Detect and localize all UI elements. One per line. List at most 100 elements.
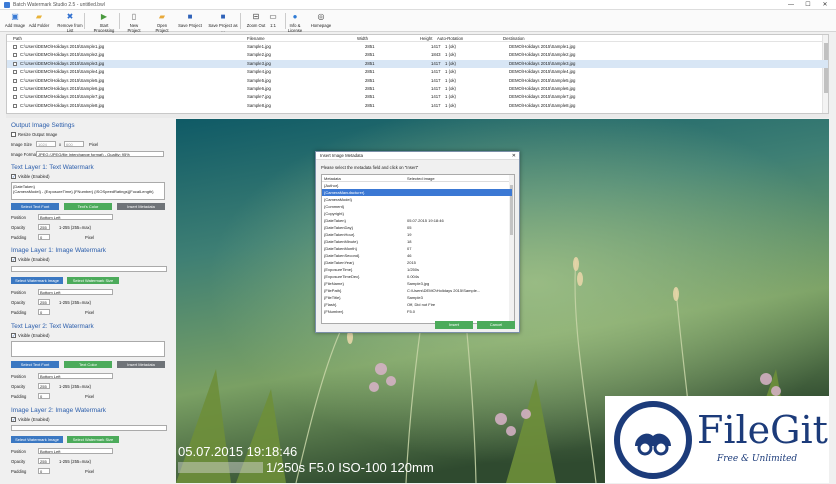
text1-position-select[interactable]: Bottom Left [38, 214, 113, 220]
col-width[interactable]: Width [357, 36, 368, 41]
save-project-as-button[interactable]: ■ Save Project as ... [207, 12, 239, 33]
cancel-button[interactable]: Cancel [477, 321, 515, 329]
img2-select-image-button[interactable]: Select Watermark Image [11, 436, 63, 443]
row-checkbox[interactable] [13, 53, 17, 58]
img2-padding-input[interactable]: 0 [38, 468, 50, 474]
text1-visible-checkbox[interactable]: ✓ [11, 174, 16, 179]
metadata-row[interactable]: {Copyright} [322, 210, 512, 217]
img2-position-select[interactable]: Bottom Left [38, 448, 113, 454]
img2-path-input[interactable] [11, 425, 167, 431]
metadata-row[interactable]: {Comment} [322, 203, 512, 210]
col-filename[interactable]: Filename [247, 36, 265, 41]
table-row[interactable]: C:\Users\DEMO\Holidays 2015\Sample2.jpg S… [7, 51, 828, 59]
metadata-row[interactable]: {Flash} Off, Did not Fire [322, 301, 512, 308]
img1-path-input[interactable] [11, 266, 167, 272]
toolbar-button-label: Save Project [178, 23, 202, 28]
metadata-row[interactable]: {CameraManufacturer} [322, 189, 512, 196]
text2-textarea[interactable] [11, 341, 165, 357]
metadata-row[interactable]: {Author} [322, 182, 512, 189]
img1-opacity-input[interactable]: 255 [38, 299, 50, 305]
text2-color-button[interactable]: Text Color [64, 361, 112, 368]
img2-visible-checkbox[interactable]: ✓ [11, 417, 16, 422]
text1-textarea[interactable]: {DateTaken} {CameraModel} - {ExposureTim… [11, 182, 165, 200]
text1-select-font-button[interactable]: Select Text Font [11, 203, 59, 210]
metadata-row[interactable]: {DateTakenDay} 05 [322, 224, 512, 231]
1-1-button[interactable]: ▭ 1:1 [268, 12, 278, 31]
metadata-row[interactable]: {DateTaken} 05.07.2015 19:18:46 [322, 217, 512, 224]
cell-path: C:\Users\DEMO\Holidays 2015\Sample3.jpg [20, 60, 105, 66]
homepage-button[interactable]: ◎ Homepage [310, 12, 332, 31]
row-checkbox[interactable] [13, 70, 17, 75]
text-layer-2-heading: Text Layer 2: Text Watermark [11, 323, 94, 330]
table-row[interactable]: C:\Users\DEMO\Holidays 2015\Sample6.jpg S… [7, 85, 828, 93]
text2-padding-input[interactable]: 0 [38, 393, 50, 399]
img2-opacity-input[interactable]: 255 [38, 458, 50, 464]
dialog-close-icon[interactable]: ✕ [512, 152, 516, 160]
row-checkbox[interactable] [13, 87, 17, 91]
maximize-button[interactable]: ☐ [802, 1, 814, 9]
remove-from-list-button[interactable]: ✖ Remove from List [54, 12, 86, 33]
col-path[interactable]: Path [13, 36, 22, 41]
text1-color-button[interactable]: Text's Color [64, 203, 112, 210]
row-checkbox[interactable] [13, 45, 17, 49]
metadata-row[interactable]: {CameraModel} [322, 196, 512, 203]
metadata-row[interactable]: {FileTitle} Sample3 [322, 294, 512, 301]
metadata-row[interactable]: {DateTakenSecond} 46 [322, 252, 512, 259]
resize-checkbox[interactable] [11, 132, 16, 137]
height-input[interactable]: 600 [64, 141, 84, 147]
img1-padding-input[interactable]: 0 [38, 309, 50, 315]
metadata-row[interactable]: {DateTakenYear} 2015 [322, 259, 512, 266]
row-checkbox[interactable] [13, 95, 17, 100]
table-row[interactable]: C:\Users\DEMO\Holidays 2015\Sample3.jpg S… [7, 59, 828, 68]
insert-button[interactable]: Insert [435, 321, 473, 329]
metadata-row[interactable]: {ExposureTimeDec} 0.004s [322, 273, 512, 280]
text2-opacity-input[interactable]: 255 [38, 383, 50, 389]
metadata-table[interactable]: Metadata Selected image {Author} {CameraM… [321, 174, 515, 324]
col-destination[interactable]: Destination [503, 36, 525, 41]
metadata-row[interactable]: {ExposureTime} 1/250s [322, 266, 512, 273]
minimize-button[interactable]: — [785, 1, 797, 9]
col-auto-rotation[interactable]: Auto-Rotation [437, 36, 463, 41]
text2-select-font-button[interactable]: Select Text Font [11, 361, 59, 368]
text1-opacity-input[interactable]: 255 [38, 224, 50, 230]
row-checkbox[interactable] [13, 61, 17, 66]
image-list[interactable]: Path Filename Width Height Auto-Rotation… [6, 34, 829, 114]
table-row[interactable]: C:\Users\DEMO\Holidays 2015\Sample7.jpg S… [7, 93, 828, 101]
metadata-row[interactable]: {DateTakenHour} 19 [322, 231, 512, 238]
horizontal-scrollbar[interactable] [6, 114, 829, 118]
start-processing-button[interactable]: ▶ Start Processing [89, 12, 119, 33]
metadata-field: {ExposureTimeDec} [324, 273, 360, 279]
img1-select-size-button[interactable]: Select Watermark Size [67, 277, 119, 284]
table-row[interactable]: C:\Users\DEMO\Holidays 2015\Sample5.jpg S… [7, 77, 828, 85]
table-row[interactable]: C:\Users\DEMO\Holidays 2015\Sample8.jpg S… [7, 102, 828, 110]
width-input[interactable]: 1024 [36, 141, 56, 147]
metadata-row[interactable]: {FNumber} F5.0 [322, 308, 512, 315]
metadata-row[interactable]: {FileName} Sample3.jpg [322, 280, 512, 287]
metadata-row[interactable]: {FilePath} C:\Users\DEMO\Holidays 2015\Sa… [322, 287, 512, 294]
text2-position-select[interactable]: Bottom Left [38, 373, 113, 379]
text1-padding-input[interactable]: 0 [38, 234, 50, 240]
text2-insert-metadata-button[interactable]: Insert Metadata [117, 361, 165, 368]
text1-insert-metadata-button[interactable]: Insert Metadata [117, 203, 165, 210]
save-project-button[interactable]: ■ Save Project [178, 12, 202, 31]
add-folder-button[interactable]: ▰ Add Folder [28, 12, 50, 31]
text2-visible-checkbox[interactable]: ✓ [11, 333, 16, 338]
img1-select-image-button[interactable]: Select Watermark Image [11, 277, 63, 284]
row-checkbox[interactable] [13, 103, 17, 108]
img1-visible-checkbox[interactable]: ✓ [11, 257, 16, 262]
zoom-out-button[interactable]: ⊟ Zoom Out [246, 12, 266, 31]
img1-position-select[interactable]: Bottom Left [38, 289, 113, 295]
metadata-row[interactable]: {DateTakenMonth} 07 [322, 245, 512, 252]
new-project-button[interactable]: ▯ New Project [123, 12, 145, 33]
info-license-button[interactable]: ● Info & License [284, 12, 306, 33]
metadata-row[interactable]: {DateTakenMinute} 18 [322, 238, 512, 245]
table-row[interactable]: C:\Users\DEMO\Holidays 2015\Sample4.jpg S… [7, 68, 828, 76]
col-height[interactable]: Height [420, 36, 432, 41]
close-button[interactable]: ✕ [819, 1, 831, 9]
img2-select-size-button[interactable]: Select Watermark Size [67, 436, 119, 443]
table-row[interactable]: C:\Users\DEMO\Holidays 2015\Sample1.jpg S… [7, 43, 828, 51]
row-checkbox[interactable] [13, 78, 17, 83]
add-image-button[interactable]: ▣ Add Image [4, 12, 26, 31]
image-format-select[interactable]: JPEG (JPEG/file Interchange format) - Qu… [36, 151, 164, 157]
open-project-button[interactable]: ▰ Open Project [151, 12, 173, 33]
